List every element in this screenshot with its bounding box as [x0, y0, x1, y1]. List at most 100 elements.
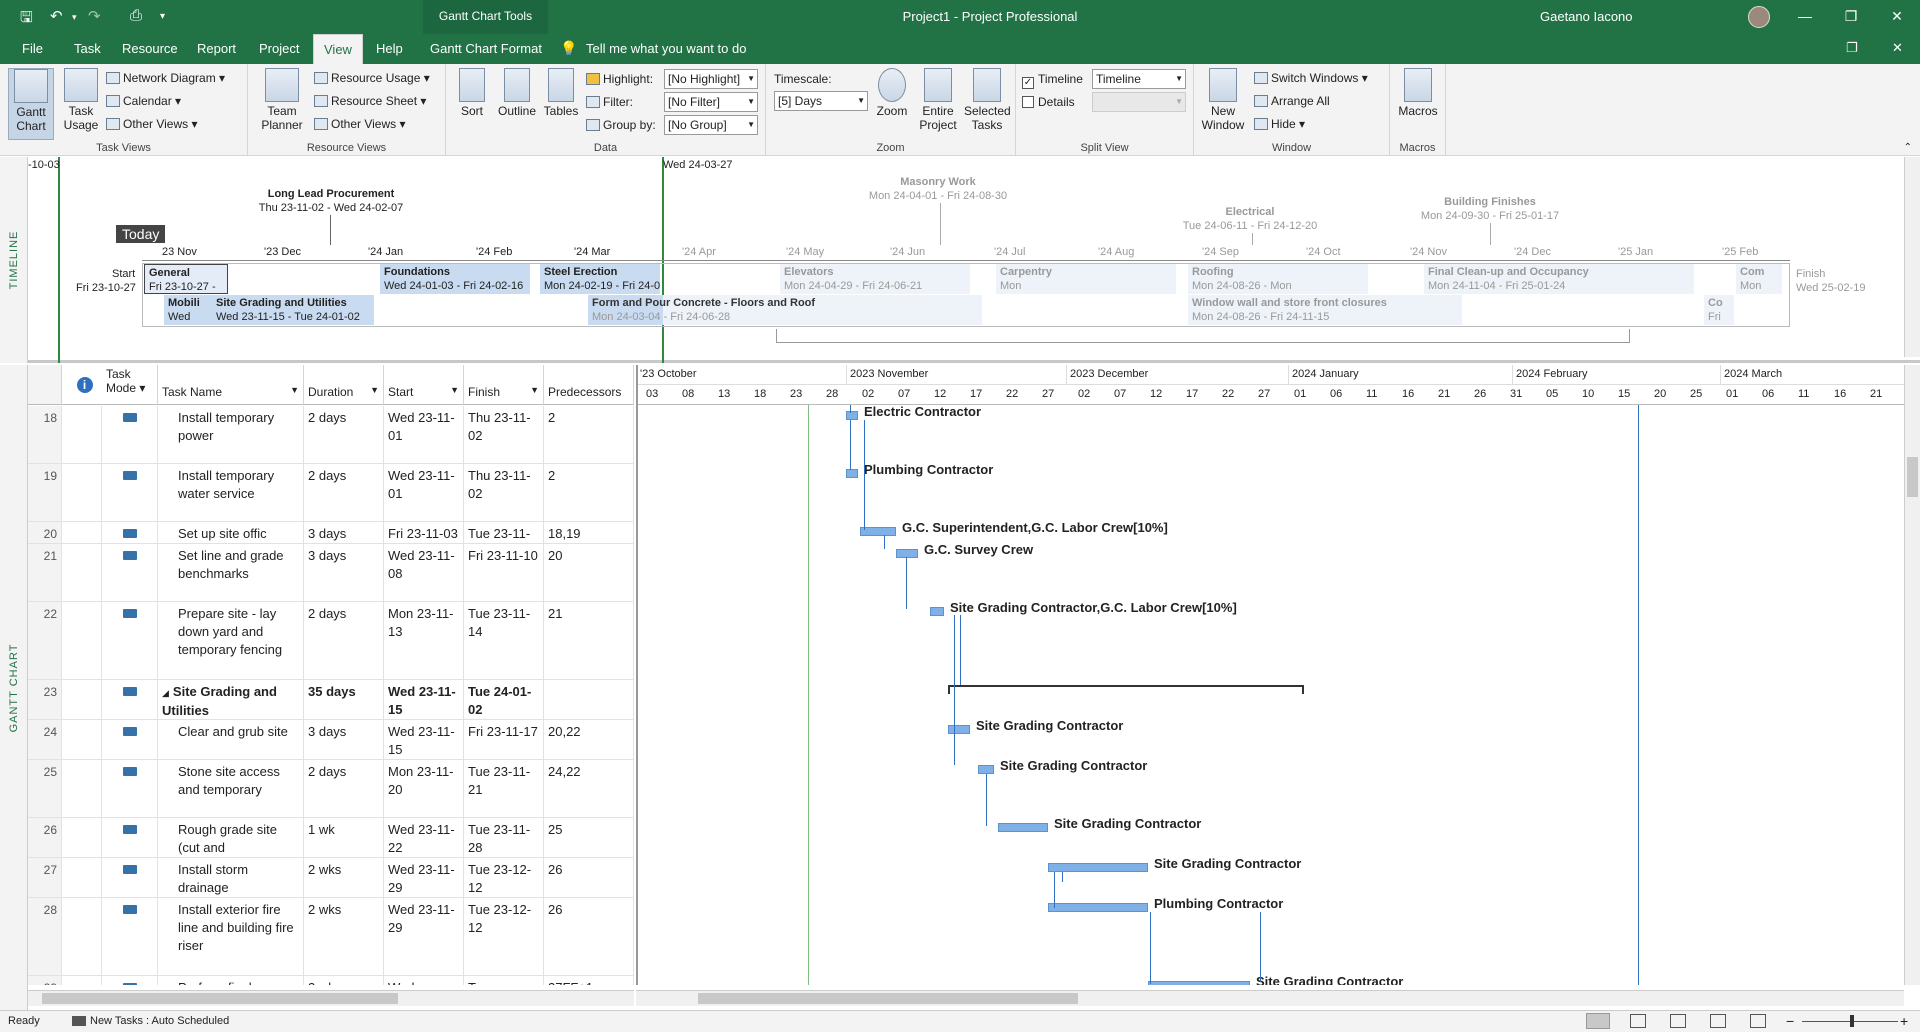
task-bar[interactable]: [896, 549, 918, 558]
predecessors-column-header[interactable]: Predecessors: [544, 365, 634, 405]
task-mode-cell[interactable]: [102, 720, 158, 759]
finish-cell[interactable]: Tue: [464, 976, 544, 985]
info-cell[interactable]: [62, 818, 102, 857]
task-mode-cell[interactable]: [102, 522, 158, 543]
zoom-in-icon[interactable]: +: [1900, 1011, 1908, 1031]
table-row[interactable]: 22 Prepare site - lay down yard and tempo…: [28, 602, 634, 680]
entire-project-button[interactable]: Entire Project: [916, 68, 960, 132]
info-cell[interactable]: [62, 760, 102, 817]
task-usage-shortcut-icon[interactable]: [1630, 1014, 1646, 1028]
finish-cell[interactable]: Tue 24-01-02: [464, 680, 544, 719]
predecessors-cell[interactable]: 20,22: [544, 720, 634, 759]
start-cell[interactable]: Mon 23-11-20: [384, 760, 464, 817]
minimize-button[interactable]: —: [1782, 0, 1828, 34]
row-number[interactable]: 18: [28, 406, 62, 463]
start-cell[interactable]: Wed 23-11-29: [384, 898, 464, 975]
task-mode-cell[interactable]: [102, 760, 158, 817]
predecessors-cell[interactable]: 18,19: [544, 522, 634, 543]
finish-cell[interactable]: Tue 23-11-28: [464, 818, 544, 857]
task-bar[interactable]: [1148, 981, 1250, 985]
predecessors-cell[interactable]: 27FF+1 day,28: [544, 976, 634, 985]
duration-cell[interactable]: 3 days: [304, 522, 384, 543]
print-preview-icon[interactable]: ⎙: [130, 7, 142, 24]
timeline-bar-window-wall[interactable]: Window wall and store front closures Mon …: [1188, 295, 1462, 325]
vertical-scroll-thumb[interactable]: [1907, 457, 1918, 497]
table-row[interactable]: 26 Rough grade site (cut and 1 wk Wed 23-11…: [28, 818, 634, 858]
duration-cell[interactable]: 2 days: [304, 464, 384, 521]
timeline-bar-general[interactable]: General Fri 23-10-27 -: [144, 264, 228, 294]
table-scroll-thumb[interactable]: [42, 993, 398, 1004]
row-number[interactable]: 22: [28, 602, 62, 679]
task-mode-cell[interactable]: [102, 898, 158, 975]
milestone-masonry[interactable]: Masonry Work Mon 24-04-01 - Fri 24-08-30: [858, 175, 1018, 203]
timeline-bar-roofing[interactable]: Roofing Mon 24-08-26 - Mon: [1188, 264, 1368, 294]
filter-dropdown[interactable]: [No Filter] ▼: [664, 92, 758, 112]
tab-view[interactable]: View: [313, 34, 363, 64]
info-cell[interactable]: [62, 464, 102, 521]
chart-scroll-thumb[interactable]: [698, 993, 1078, 1004]
info-cell[interactable]: [62, 858, 102, 897]
group-by-dropdown[interactable]: [No Group] ▼: [664, 115, 758, 135]
task-mode-cell[interactable]: [102, 464, 158, 521]
collapse-ribbon-icon[interactable]: ⌃: [1904, 142, 1912, 153]
row-number[interactable]: 21: [28, 544, 62, 601]
status-new-tasks[interactable]: New Tasks : Auto Scheduled: [90, 1011, 229, 1031]
start-cell[interactable]: Wed 23-11-15: [384, 720, 464, 759]
task-name-cell[interactable]: Install temporary power: [158, 406, 304, 463]
timeline-bar-co[interactable]: Co Fri: [1704, 295, 1734, 325]
name-column-header[interactable]: Task Name ▼: [158, 365, 304, 405]
summary-bar[interactable]: [948, 685, 1304, 687]
undo-icon[interactable]: ↶: [50, 7, 63, 25]
task-bar[interactable]: [846, 411, 858, 420]
gantt-chart-button[interactable]: Gantt Chart: [8, 68, 54, 140]
undo-dropdown-icon[interactable]: ▾: [72, 12, 77, 23]
resource-sheet-button[interactable]: Resource Sheet ▾: [314, 91, 426, 111]
tab-help[interactable]: Help: [366, 34, 413, 64]
info-cell[interactable]: [62, 602, 102, 679]
duration-cell[interactable]: 2 days: [304, 602, 384, 679]
task-bar[interactable]: [1048, 903, 1148, 912]
close-button[interactable]: ✕: [1874, 0, 1920, 34]
tab-project[interactable]: Project: [249, 34, 309, 64]
task-name-cell[interactable]: Install exterior fire line and building …: [158, 898, 304, 975]
finish-cell[interactable]: Fri 23-11-17: [464, 720, 544, 759]
hide-button[interactable]: Hide ▾: [1254, 114, 1305, 134]
finish-cell[interactable]: Tue 23-11-14: [464, 602, 544, 679]
task-bar[interactable]: [998, 823, 1048, 832]
task-name-cell[interactable]: Stone site access and temporary: [158, 760, 304, 817]
close-window-icon[interactable]: ✕: [1892, 40, 1903, 56]
duration-cell[interactable]: 2 days: [304, 760, 384, 817]
zoom-slider-thumb[interactable]: [1850, 1015, 1854, 1027]
milestone-electrical[interactable]: Electrical Tue 24-06-11 - Fri 24-12-20: [1170, 205, 1330, 233]
predecessors-cell[interactable]: 21: [544, 602, 634, 679]
predecessors-cell[interactable]: 20: [544, 544, 634, 601]
network-diagram-button[interactable]: Network Diagram ▾: [106, 68, 225, 88]
timeline-bar-carpentry[interactable]: Carpentry Mon: [996, 264, 1176, 294]
info-cell[interactable]: [62, 898, 102, 975]
table-row[interactable]: 19 Install temporary water service 2 days W…: [28, 464, 634, 522]
collapse-triangle-icon[interactable]: ◢: [162, 688, 169, 698]
start-cell[interactable]: Wed 23-11-08: [384, 544, 464, 601]
task-name-cell[interactable]: Set line and grade benchmarks: [158, 544, 304, 601]
row-number[interactable]: 29: [28, 976, 62, 985]
macros-button[interactable]: Macros: [1396, 68, 1440, 118]
duration-cell[interactable]: 3 days: [304, 544, 384, 601]
save-icon[interactable]: 🖫: [20, 7, 33, 32]
tables-button[interactable]: Tables: [542, 68, 580, 118]
task-bar[interactable]: [1048, 863, 1148, 872]
row-number[interactable]: 27: [28, 858, 62, 897]
row-number[interactable]: 25: [28, 760, 62, 817]
switch-windows-button[interactable]: Switch Windows ▾: [1254, 68, 1368, 88]
user-name[interactable]: Gaetano Iacono: [1540, 0, 1633, 34]
other-views-button[interactable]: Other Views ▾: [106, 114, 198, 134]
task-name-cell[interactable]: Perform final: [158, 976, 304, 985]
tab-file[interactable]: File: [12, 34, 53, 64]
task-mode-cell[interactable]: [102, 406, 158, 463]
predecessors-cell[interactable]: 25: [544, 818, 634, 857]
calendar-button[interactable]: Calendar ▾: [106, 91, 181, 111]
resource-sheet-shortcut-icon[interactable]: [1710, 1014, 1726, 1028]
finish-cell[interactable]: Tue 23-12-12: [464, 858, 544, 897]
table-row[interactable]: 25 Stone site access and temporary 2 days M…: [28, 760, 634, 818]
timeline-bar-steel-erection[interactable]: Steel Erection Mon 24-02-19 - Fri 24-04-1…: [540, 264, 660, 294]
table-row[interactable]: 27 Install storm drainage 2 wks Wed 23-11-2…: [28, 858, 634, 898]
